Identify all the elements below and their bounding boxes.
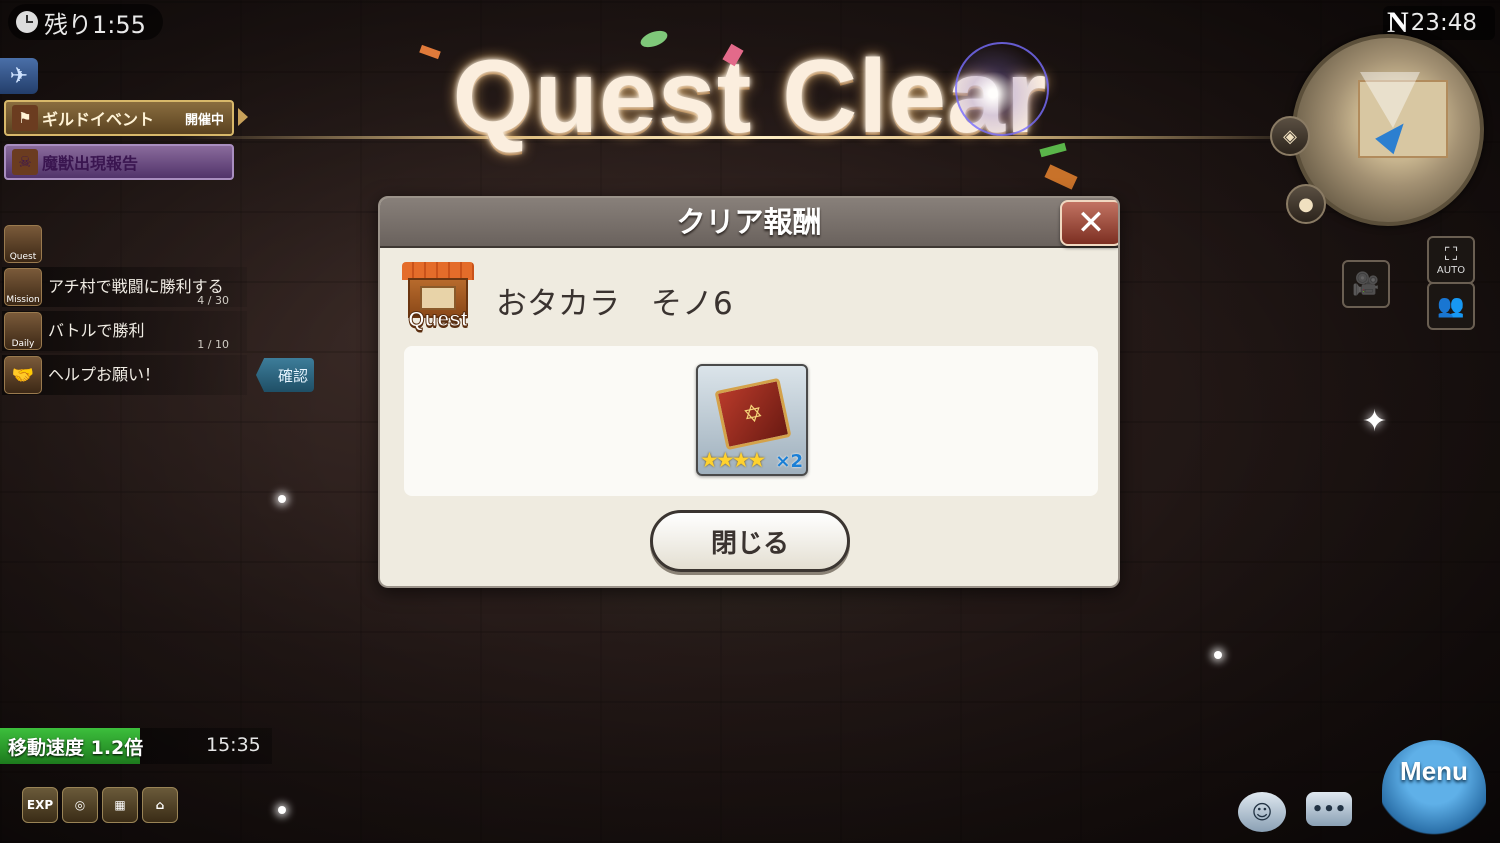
auto-battle-button[interactable]: ⛶ AUTO <box>1427 236 1475 284</box>
daily-icon: Daily <box>4 312 42 350</box>
companion-face-icon: ● <box>1298 193 1314 215</box>
item-buff-icon[interactable]: ▦ <box>102 787 138 823</box>
party-icon: 👥 <box>1437 293 1465 319</box>
map-toggle-button[interactable]: ◈ <box>1270 116 1310 156</box>
rarity-stars: ★★★★ <box>700 448 766 472</box>
gold-buff-icon[interactable]: ⌂ <box>142 787 178 823</box>
close-icon: ✕ <box>1076 203 1106 243</box>
mission-row-daily[interactable]: Daily バトルで勝利 1 / 10 <box>2 311 247 351</box>
move-speed-time: 15:35 <box>206 734 261 756</box>
camera-icon: 🎥 <box>1352 271 1380 297</box>
auto-icon: ⛶ <box>1444 244 1458 265</box>
sparkle <box>1214 651 1222 659</box>
coin-buff-icon[interactable]: ◎ <box>62 787 98 823</box>
mission-progress: 4 / 30 <box>197 294 229 307</box>
daily-progress: 1 / 10 <box>197 338 229 351</box>
chat-button[interactable]: ••• <box>1306 792 1352 826</box>
clear-reward-dialog: クリア報酬 ✕ Quest おタカラ そノ6 ✡ ★★★★ ×2 閉じる <box>378 196 1120 588</box>
dialog-close-icon-button[interactable]: ✕ <box>1060 200 1118 246</box>
daily-text: バトルで勝利 <box>48 321 145 340</box>
mission-row-mission[interactable]: Mission アチ村で戦闘に勝利する 4 / 30 <box>2 267 247 307</box>
quest-shop-icon: Quest <box>400 260 476 332</box>
quest-name: おタカラ そノ6 <box>496 286 733 322</box>
companion-button[interactable]: ● <box>1286 184 1326 224</box>
smile-face-icon: ☺ <box>1251 800 1273 824</box>
dialog-title: クリア報酬 <box>380 198 1118 248</box>
map-icon: ◈ <box>1283 125 1297 147</box>
emote-button[interactable]: ☺ <box>1238 792 1286 832</box>
sparkle-star: ✦ <box>1362 404 1388 439</box>
clock-icon <box>16 11 38 33</box>
auto-label: AUTO <box>1436 265 1466 276</box>
party-button[interactable]: 👥 <box>1427 282 1475 330</box>
mission-row-help[interactable]: 🤝 ヘルプお願い！ <box>2 355 247 395</box>
help-text: ヘルプお願い！ <box>48 365 161 384</box>
reward-item-spellbook[interactable]: ✡ ★★★★ ×2 <box>696 364 808 476</box>
move-speed-buff: 移動速度 1.2倍 15:35 <box>0 728 272 764</box>
remaining-timer: 残り1:55 <box>8 4 163 40</box>
quest-clear-orb <box>955 42 1049 136</box>
chat-bubble-icon: ••• <box>1311 798 1347 820</box>
spellbook-icon: ✡ <box>714 377 792 451</box>
sparkle <box>278 806 286 814</box>
menu-button[interactable]: Menu <box>1382 740 1486 840</box>
mission-icon: Mission <box>4 268 42 306</box>
confirm-button[interactable]: 確認 <box>256 358 314 392</box>
game-clock-time: 23:48 <box>1410 10 1477 36</box>
sparkle <box>278 495 286 503</box>
close-button[interactable]: 閉じる <box>650 510 850 572</box>
camera-button[interactable]: 🎥 <box>1342 260 1390 308</box>
remaining-timer-text: 残り1:55 <box>44 10 146 39</box>
move-speed-label: 移動速度 1.2倍 <box>8 737 144 759</box>
reward-count: ×2 <box>775 451 803 472</box>
quest-icon-label: Quest <box>408 308 469 332</box>
handshake-icon: 🤝 <box>4 356 42 394</box>
mission-row-quest[interactable]: Quest <box>2 224 247 264</box>
exp-buff-icon[interactable]: EXP <box>22 787 58 823</box>
quest-icon: Quest <box>4 225 42 263</box>
